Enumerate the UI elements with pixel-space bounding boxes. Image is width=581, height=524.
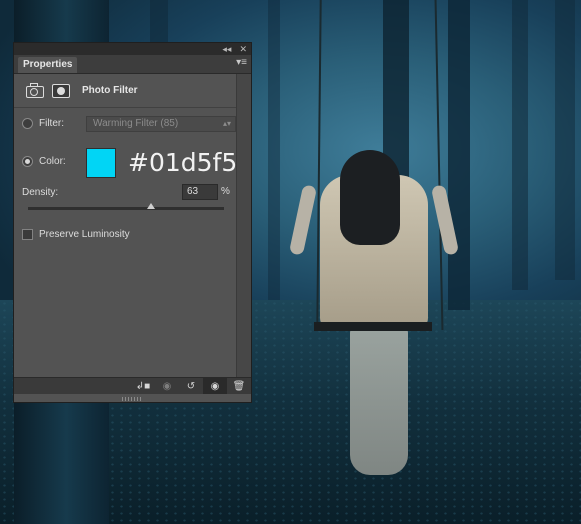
filter-dropdown-value: Warming Filter (85) [93,118,179,129]
panel-body: Photo Filter Filter: Warming Filter (85)… [14,74,237,380]
density-slider-track[interactable] [28,207,224,210]
tree-trunk [555,0,575,280]
panel-menu-icon[interactable]: ▾≡ [236,58,247,68]
color-label: Color: [39,155,66,167]
density-row: Density: 63 % [22,184,237,200]
panel-dock-bar: ◂◂ ✕ [14,43,251,55]
filter-row: Filter: Warming Filter (85) ▴▾ [22,116,237,132]
collapse-panel-icon[interactable]: ◂◂ [222,44,231,54]
layer-mask-icon[interactable] [52,83,70,98]
adjustment-title: Photo Filter [82,85,138,96]
panel-footer-toolbar: ↲■ ◉ ↺ ◉ 🗑 [14,377,251,394]
color-row: Color: #01d5f5 [22,148,237,178]
close-panel-icon[interactable]: ✕ [239,44,247,54]
resize-grip[interactable] [122,397,142,401]
panel-scrollbar[interactable] [236,74,251,380]
tab-properties[interactable]: Properties [18,57,78,73]
properties-panel: ◂◂ ✕ Properties ▾≡ Photo Filter Filter: … [13,42,252,403]
color-radio[interactable] [22,155,33,167]
visibility-eye-icon[interactable]: ◉ [203,378,227,394]
adjustment-header: Photo Filter [14,74,237,108]
photo-filter-icon[interactable] [26,82,46,99]
updown-arrow-icon: ▴▾ [222,119,231,128]
preserve-luminosity-checkbox[interactable] [22,229,33,240]
clip-to-layer-icon[interactable]: ↲■ [131,378,155,394]
girl-arm [288,184,318,256]
density-unit: % [221,186,230,197]
density-slider-thumb[interactable] [147,203,156,209]
color-swatch[interactable] [86,148,116,178]
filter-label: Filter: [39,118,64,129]
filter-dropdown[interactable]: Warming Filter (85) ▴▾ [86,116,236,132]
filter-radio[interactable] [22,118,33,129]
color-hex-value: #01d5f5 [128,148,238,177]
girl-legs [350,325,408,475]
reset-icon[interactable]: ↺ [179,378,203,394]
swing-rope-right [434,0,444,330]
density-input[interactable]: 63 [182,184,218,200]
panel-tab-row: Properties ▾≡ [14,55,251,74]
tree-trunk [448,0,470,310]
tree-trunk [512,0,528,290]
preserve-luminosity-row: Preserve Luminosity [22,229,237,240]
tree-trunk [268,0,280,300]
girl-hair [340,150,400,245]
preserve-luminosity-label: Preserve Luminosity [39,229,130,240]
density-slider[interactable] [14,203,237,210]
view-previous-state-icon[interactable]: ◉ [155,378,179,394]
swing-seat [314,322,432,331]
density-label: Density: [22,186,59,198]
trash-icon[interactable]: 🗑 [227,378,251,394]
